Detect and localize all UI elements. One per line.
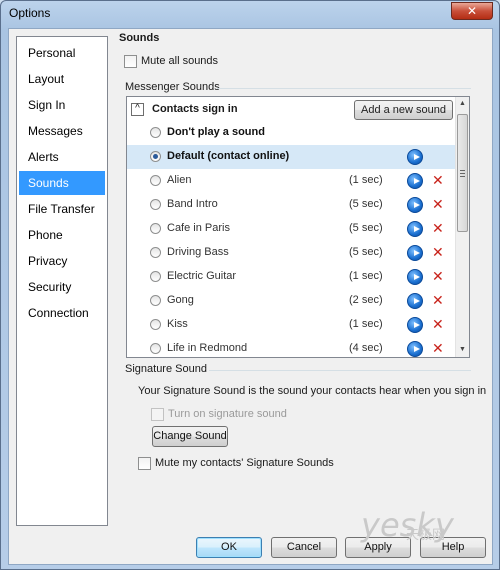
sound-event-label: Contacts sign in [152, 103, 238, 115]
title-bar: Options ✕ [1, 1, 499, 27]
scroll-up-icon[interactable]: ▲ [456, 97, 469, 111]
page-title: Sounds [119, 32, 160, 44]
delete-icon[interactable]: ✕ [432, 244, 448, 260]
sound-name: Don't play a sound [167, 126, 265, 138]
sidebar-item-alerts[interactable]: Alerts [19, 145, 105, 169]
options-window: Options ✕ Personal Layout Sign In Messag… [0, 0, 500, 570]
sound-row[interactable]: Alien (1 sec) ✕ [127, 169, 457, 193]
add-new-sound-button[interactable]: Add a new sound [354, 100, 453, 120]
ok-button[interactable]: OK [196, 537, 262, 558]
delete-icon[interactable]: ✕ [432, 340, 448, 356]
group-divider [217, 88, 471, 89]
group-divider [209, 370, 471, 371]
chevron-up-icon: ^ [135, 103, 140, 114]
close-button[interactable]: ✕ [451, 2, 493, 20]
mute-all-checkbox[interactable] [124, 55, 137, 68]
list-scrollbar[interactable]: ▲ ▼ [455, 97, 469, 357]
sound-name: Life in Redmond [167, 342, 248, 354]
sidebar-item-messages[interactable]: Messages [19, 119, 105, 143]
sound-duration: (5 sec) [349, 246, 383, 258]
messenger-sounds-group-label: Messenger Sounds [125, 81, 220, 93]
sound-row[interactable]: Band Intro (5 sec) ✕ [127, 193, 457, 217]
sound-row[interactable]: Default (contact online) [127, 145, 457, 169]
sound-radio[interactable] [150, 223, 161, 234]
scroll-down-icon[interactable]: ▼ [456, 343, 469, 357]
dialog-body: Personal Layout Sign In Messages Alerts … [8, 28, 493, 565]
delete-icon[interactable]: ✕ [432, 292, 448, 308]
change-sound-button[interactable]: Change Sound [152, 426, 228, 447]
sound-duration: (1 sec) [349, 174, 383, 186]
sound-list[interactable]: ^ Contacts sign in Add a new sound Don't… [126, 96, 470, 358]
sound-name: Band Intro [167, 198, 218, 210]
sound-duration: (5 sec) [349, 198, 383, 210]
sound-name: Electric Guitar [167, 270, 237, 282]
sidebar-item-layout[interactable]: Layout [19, 67, 105, 91]
mute-all-label[interactable]: Mute all sounds [141, 55, 218, 67]
sound-duration: (5 sec) [349, 222, 383, 234]
sound-name: Default (contact online) [167, 150, 290, 162]
sound-radio[interactable] [150, 127, 161, 138]
turn-on-signature-checkbox[interactable] [151, 408, 164, 421]
delete-icon[interactable]: ✕ [432, 196, 448, 212]
sound-radio[interactable] [150, 247, 161, 258]
delete-icon[interactable]: ✕ [432, 268, 448, 284]
sound-radio[interactable] [150, 151, 161, 162]
play-icon[interactable] [407, 269, 423, 285]
sound-row[interactable]: Gong (2 sec) ✕ [127, 289, 457, 313]
mute-contacts-signature-checkbox[interactable] [138, 457, 151, 470]
sound-duration: (1 sec) [349, 270, 383, 282]
play-icon[interactable] [407, 197, 423, 213]
watermark-subtext: 天极网 [406, 527, 446, 542]
sound-row[interactable]: Cafe in Paris (5 sec) ✕ [127, 217, 457, 241]
play-icon[interactable] [407, 149, 423, 165]
sound-row[interactable]: Kiss (1 sec) ✕ [127, 313, 457, 337]
sound-radio[interactable] [150, 199, 161, 210]
cancel-button[interactable]: Cancel [271, 537, 337, 558]
turn-on-signature-label[interactable]: Turn on signature sound [168, 408, 287, 420]
sound-event-header: ^ Contacts sign in Add a new sound [127, 97, 457, 121]
scroll-thumb[interactable] [457, 114, 468, 232]
sound-radio[interactable] [150, 343, 161, 354]
sound-name: Gong [167, 294, 194, 306]
collapse-toggle[interactable]: ^ [131, 103, 144, 116]
close-icon: ✕ [466, 4, 478, 18]
category-sidebar: Personal Layout Sign In Messages Alerts … [16, 36, 108, 526]
sidebar-item-sounds[interactable]: Sounds [19, 171, 105, 195]
sidebar-item-sign-in[interactable]: Sign In [19, 93, 105, 117]
sound-name: Cafe in Paris [167, 222, 230, 234]
sound-radio[interactable] [150, 271, 161, 282]
sound-radio[interactable] [150, 295, 161, 306]
play-icon[interactable] [407, 341, 423, 357]
sound-radio[interactable] [150, 319, 161, 330]
sidebar-item-privacy[interactable]: Privacy [19, 249, 105, 273]
sidebar-item-connection[interactable]: Connection [19, 301, 105, 325]
play-icon[interactable] [407, 221, 423, 237]
play-icon[interactable] [407, 245, 423, 261]
play-icon[interactable] [407, 293, 423, 309]
delete-icon[interactable]: ✕ [432, 172, 448, 188]
sidebar-item-file-transfer[interactable]: File Transfer [19, 197, 105, 221]
sound-radio[interactable] [150, 175, 161, 186]
sound-name: Driving Bass [167, 246, 229, 258]
sidebar-item-personal[interactable]: Personal [19, 41, 105, 65]
sound-name: Alien [167, 174, 192, 186]
delete-icon[interactable]: ✕ [432, 316, 448, 332]
sound-row[interactable]: Driving Bass (5 sec) ✕ [127, 241, 457, 265]
window-title: Options [9, 6, 51, 20]
sound-duration: (1 sec) [349, 318, 383, 330]
play-icon[interactable] [407, 317, 423, 333]
sound-duration: (2 sec) [349, 294, 383, 306]
signature-description: Your Signature Sound is the sound your c… [138, 385, 487, 397]
sidebar-item-phone[interactable]: Phone [19, 223, 105, 247]
signature-group-label: Signature Sound [125, 363, 207, 375]
delete-icon[interactable]: ✕ [432, 220, 448, 236]
sidebar-item-security[interactable]: Security [19, 275, 105, 299]
sound-row[interactable]: Life in Redmond (4 sec) ✕ [127, 337, 457, 357]
sound-row[interactable]: Don't play a sound [127, 121, 457, 145]
sound-name: Kiss [167, 318, 188, 330]
play-icon[interactable] [407, 173, 423, 189]
mute-contacts-signature-label[interactable]: Mute my contacts' Signature Sounds [155, 457, 334, 469]
sound-duration: (4 sec) [349, 342, 383, 354]
sound-row[interactable]: Electric Guitar (1 sec) ✕ [127, 265, 457, 289]
